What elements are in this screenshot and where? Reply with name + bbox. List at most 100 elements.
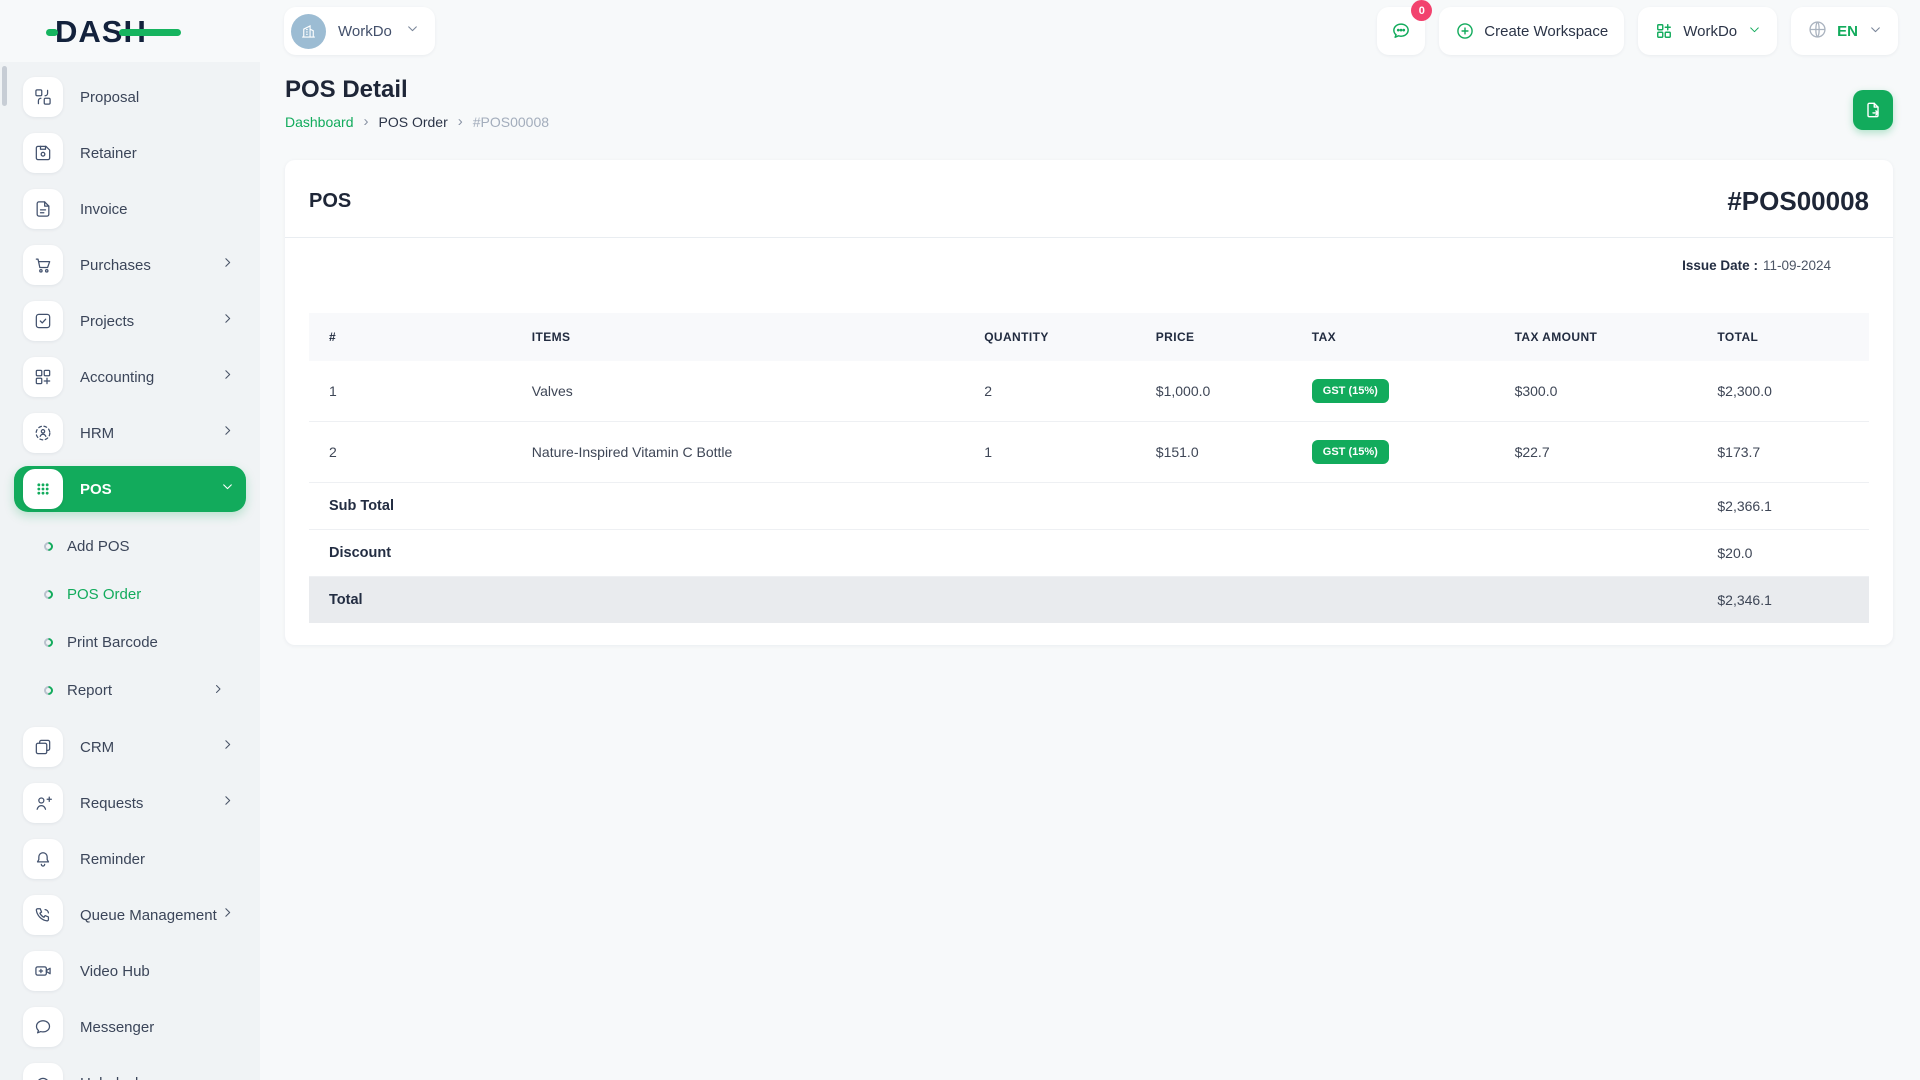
sidebar-item-requests[interactable]: Requests <box>14 780 246 826</box>
globe-icon <box>1807 19 1828 44</box>
building-icon <box>302 24 315 38</box>
subitem-label: Print Barcode <box>67 633 158 651</box>
language-selector[interactable]: EN <box>1791 7 1898 55</box>
chevron-right-icon <box>221 794 234 812</box>
page-content: POS Detail Dashboard › POS Order › #POS0… <box>260 62 1920 645</box>
cell-tax-amount: $22.7 <box>1494 421 1698 483</box>
logo[interactable]: DASH <box>0 0 260 62</box>
subitem-label: POS Order <box>67 585 142 603</box>
sidebar-item-label: Video Hub <box>80 962 150 980</box>
total-label: Total <box>309 576 1698 623</box>
col-header-tax-amount: TAX AMOUNT <box>1494 313 1698 361</box>
chevron-right-icon <box>221 256 234 274</box>
pos-number: #POS00008 <box>1727 186 1869 216</box>
cell-no: 2 <box>309 421 512 483</box>
export-pos-button[interactable] <box>1853 90 1893 130</box>
helpdesk-icon <box>23 1063 63 1080</box>
projects-icon <box>23 301 63 341</box>
topbar: WorkDo 0 Create Workspace WorkDo EN <box>260 0 1920 62</box>
sidebar-subitem-print-barcode[interactable]: Print Barcode <box>14 622 246 662</box>
sidebar-item-hrm[interactable]: HRM <box>14 410 246 456</box>
col-header-price: PRICE <box>1135 313 1292 361</box>
create-workspace-button[interactable]: Create Workspace <box>1439 7 1625 55</box>
sidebar-item-purchases[interactable]: Purchases <box>14 242 246 288</box>
chat-icon <box>1393 23 1410 38</box>
language-code: EN <box>1837 22 1858 40</box>
sidebar-item-label: CRM <box>80 738 115 756</box>
items-table: # ITEMS QUANTITY PRICE TAX TAX AMOUNT TO… <box>309 313 1869 623</box>
sidebar-item-projects[interactable]: Projects <box>14 298 246 344</box>
workspace-switcher[interactable]: WorkDo <box>284 7 435 55</box>
create-workspace-label: Create Workspace <box>1484 22 1609 40</box>
pos-submenu: Add POS POS Order Print Barcode Report <box>14 522 246 724</box>
breadcrumb-pos-order[interactable]: POS Order <box>379 114 448 130</box>
cell-no: 1 <box>309 361 512 422</box>
cell-total: $173.7 <box>1697 421 1869 483</box>
workdo-apps-menu[interactable]: WorkDo <box>1638 7 1778 55</box>
cell-quantity: 2 <box>964 361 1136 422</box>
sidebar-item-reminder[interactable]: Reminder <box>14 836 246 882</box>
sidebar-item-label: Helpdesk <box>80 1075 234 1080</box>
items-table-wrap: # ITEMS QUANTITY PRICE TAX TAX AMOUNT TO… <box>285 273 1893 623</box>
grid-plus-icon <box>1657 24 1672 38</box>
subtotal-row: Sub Total $2,366.1 <box>309 482 1869 530</box>
retainer-icon <box>23 133 63 173</box>
pos-detail-card: POS #POS00008 Issue Date : 11-09-2024 # <box>285 160 1893 645</box>
topbar-actions: 0 Create Workspace WorkDo EN <box>1377 0 1898 55</box>
breadcrumb-dashboard[interactable]: Dashboard <box>285 114 354 130</box>
sidebar-item-label: Invoice <box>80 200 128 218</box>
sidebar-item-messenger[interactable]: Messenger <box>14 1004 246 1050</box>
workspace-avatar <box>291 13 326 49</box>
sidebar-subitem-report[interactable]: Report <box>14 670 246 710</box>
discount-value: $20.0 <box>1697 529 1869 577</box>
main-area: WorkDo 0 Create Workspace WorkDo EN POS … <box>260 0 1920 1080</box>
cell-quantity: 1 <box>964 421 1136 483</box>
sidebar-item-retainer[interactable]: Retainer <box>14 130 246 176</box>
sidebar-item-label: HRM <box>80 424 115 442</box>
page-header: POS Detail Dashboard › POS Order › #POS0… <box>285 76 1893 130</box>
file-export-icon <box>1867 102 1879 118</box>
sidebar-item-video-hub[interactable]: Video Hub <box>14 948 246 994</box>
sidebar: DASH Proposal Retainer Invoice Purchases <box>0 0 260 1080</box>
cell-item: Nature-Inspired Vitamin C Bottle <box>511 421 965 483</box>
chevron-down-icon <box>221 480 234 498</box>
sidebar-item-label: Requests <box>80 794 144 812</box>
sidebar-item-invoice[interactable]: Invoice <box>14 186 246 232</box>
workspace-name: WorkDo <box>338 22 392 40</box>
sidebar-item-label: Queue Management <box>80 906 217 924</box>
sidebar-item-queue-management[interactable]: Queue Management <box>14 892 246 938</box>
subtotal-label: Sub Total <box>309 482 1698 530</box>
sidebar-item-label: Reminder <box>80 850 146 868</box>
crm-icon <box>23 727 63 767</box>
sidebar-item-helpdesk[interactable]: Helpdesk <box>14 1060 246 1080</box>
requests-icon <box>23 783 63 823</box>
queue-icon <box>23 895 63 935</box>
chevron-right-icon <box>221 368 234 386</box>
page-title: POS Detail <box>285 76 408 103</box>
sidebar-item-label: Retainer <box>80 144 137 162</box>
sidebar-item-label: Messenger <box>80 1018 155 1036</box>
bullet-icon <box>42 539 55 553</box>
sidebar-item-pos[interactable]: POS <box>14 466 246 512</box>
sidebar-subitem-pos-order[interactable]: POS Order <box>14 574 246 614</box>
bullet-icon <box>42 587 55 601</box>
breadcrumb-current: #POS00008 <box>472 113 550 130</box>
chevron-right-icon <box>221 738 234 756</box>
sidebar-scrollbar[interactable] <box>2 66 7 106</box>
issue-date-value: 11-09-2024 <box>1762 258 1831 273</box>
chevron-right-icon <box>221 312 234 330</box>
issue-date-row: Issue Date : 11-09-2024 <box>285 238 1893 273</box>
messages-button[interactable]: 0 <box>1377 0 1433 55</box>
bullet-icon <box>42 635 55 649</box>
sidebar-item-proposal[interactable]: Proposal <box>14 74 246 120</box>
plus-circle-icon <box>1457 23 1474 39</box>
sidebar-item-crm[interactable]: CRM <box>14 724 246 770</box>
messenger-icon <box>23 1007 63 1047</box>
sidebar-subitem-add-pos[interactable]: Add POS <box>14 526 246 566</box>
sidebar-item-accounting[interactable]: Accounting <box>14 354 246 400</box>
chevron-right-icon <box>221 424 234 442</box>
cell-item: Valves <box>511 361 965 422</box>
sidebar-nav: Proposal Retainer Invoice Purchases Proj… <box>0 62 260 1080</box>
chevron-right-icon <box>212 682 224 699</box>
proposal-icon <box>23 77 63 117</box>
